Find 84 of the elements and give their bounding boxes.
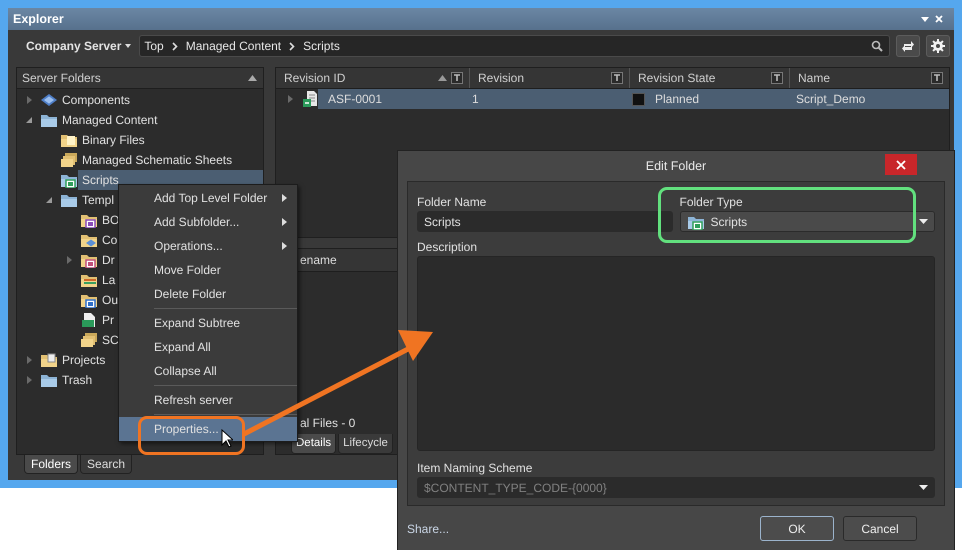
filter-icon[interactable] [771, 72, 783, 84]
tree-item[interactable]: Managed Content [58, 110, 263, 130]
submenu-arrow-icon [282, 218, 287, 226]
folder-icon [80, 252, 98, 268]
breadcrumb-item[interactable]: Managed Content [186, 39, 282, 53]
folder-type-dropdown[interactable]: Scripts [680, 211, 935, 232]
chevron-icon [172, 42, 178, 50]
table-row[interactable]: ASF-0001 1 Planned Script_Demo [318, 89, 949, 109]
folder-icon [80, 292, 98, 308]
chevron-icon [289, 42, 296, 50]
folder-name-field[interactable]: Scripts [417, 211, 672, 232]
field-label: Folder Name [417, 195, 488, 211]
caret-icon [919, 485, 928, 490]
table-cell: ASF-0001 [328, 92, 382, 106]
table-cell: Planned [655, 92, 700, 106]
panel-title: Server Folders [22, 71, 102, 85]
column-header[interactable]: Name [798, 71, 927, 85]
tree-item[interactable]: Binary Files [78, 130, 263, 150]
menu-item[interactable]: Expand All [119, 335, 297, 359]
dialog-title: Edit Folder [646, 159, 706, 173]
column-header[interactable]: ename [300, 253, 337, 267]
folder-icon [80, 332, 98, 348]
document-icon [80, 312, 98, 328]
menu-item[interactable]: Operations... [119, 234, 297, 258]
window-title: Explorer [13, 12, 65, 26]
field-label: Folder Type [680, 195, 744, 211]
table-cell: Script_Demo [796, 92, 866, 106]
chip-icon [40, 92, 58, 108]
tree-item[interactable]: Components [58, 90, 263, 110]
tab[interactable]: Lifecycle [338, 434, 393, 454]
description-field[interactable] [417, 256, 935, 451]
menu-item[interactable]: Refresh server [119, 388, 297, 412]
refresh-icon [902, 39, 914, 53]
tab[interactable]: Details [291, 434, 336, 454]
cursor-icon [221, 429, 233, 448]
dropdown-caret-icon[interactable] [918, 14, 932, 24]
tree-item[interactable]: Managed Schematic Sheets [78, 150, 263, 170]
folder-icon [80, 272, 98, 288]
filter-icon[interactable] [451, 72, 463, 84]
folder-icon [40, 112, 58, 128]
menu-item[interactable]: Add Subfolder... [119, 210, 297, 234]
caret-icon [125, 44, 132, 48]
search-icon[interactable] [871, 40, 883, 52]
tab[interactable]: Search [80, 455, 132, 474]
menu-item[interactable]: Move Folder [119, 258, 297, 282]
breadcrumb-bar[interactable]: Top Managed Content Scripts [139, 35, 890, 57]
folder-icon [60, 192, 78, 208]
folder-icon [80, 232, 98, 248]
column-header[interactable]: Revision [478, 71, 607, 85]
folder-icon [40, 352, 58, 368]
menu-item[interactable]: Collapse All [119, 359, 297, 383]
server-selector[interactable]: Company Server [26, 39, 122, 53]
document-icon [302, 90, 318, 108]
table-cell: 1 [472, 92, 479, 106]
sort-arrow-icon[interactable] [438, 75, 447, 81]
caret-icon [919, 219, 928, 224]
collapse-arrow-icon[interactable] [248, 75, 257, 81]
column-header[interactable]: Revision ID [284, 71, 434, 85]
menu-item[interactable]: Expand Subtree [119, 311, 297, 335]
share-link[interactable]: Share... [407, 522, 751, 536]
filter-icon[interactable] [931, 72, 943, 84]
ok-button[interactable]: OK [760, 516, 834, 541]
folder-icon [60, 132, 78, 148]
file-count: al Files - 0 [299, 416, 356, 432]
field-label: Item Naming Scheme [417, 461, 534, 477]
folder-icon [80, 212, 98, 228]
close-icon [896, 160, 906, 170]
folder-icon [60, 152, 78, 168]
folder-icon [40, 372, 58, 388]
breadcrumb-item[interactable]: Scripts [303, 39, 340, 53]
settings-button[interactable] [926, 35, 950, 57]
menu-item[interactable]: Delete Folder [119, 282, 297, 306]
breadcrumb-item[interactable]: Top [144, 39, 164, 53]
cancel-button[interactable]: Cancel [843, 516, 917, 541]
tab[interactable]: Folders [24, 455, 78, 474]
filter-icon[interactable] [611, 72, 623, 84]
close-button[interactable] [885, 154, 917, 175]
folder-icon [60, 172, 78, 188]
field-label: Description [417, 240, 478, 256]
submenu-arrow-icon [282, 194, 287, 202]
gear-icon [931, 39, 945, 53]
column-header[interactable]: Revision State [638, 71, 767, 85]
refresh-button[interactable] [896, 35, 920, 57]
submenu-arrow-icon [282, 242, 287, 250]
